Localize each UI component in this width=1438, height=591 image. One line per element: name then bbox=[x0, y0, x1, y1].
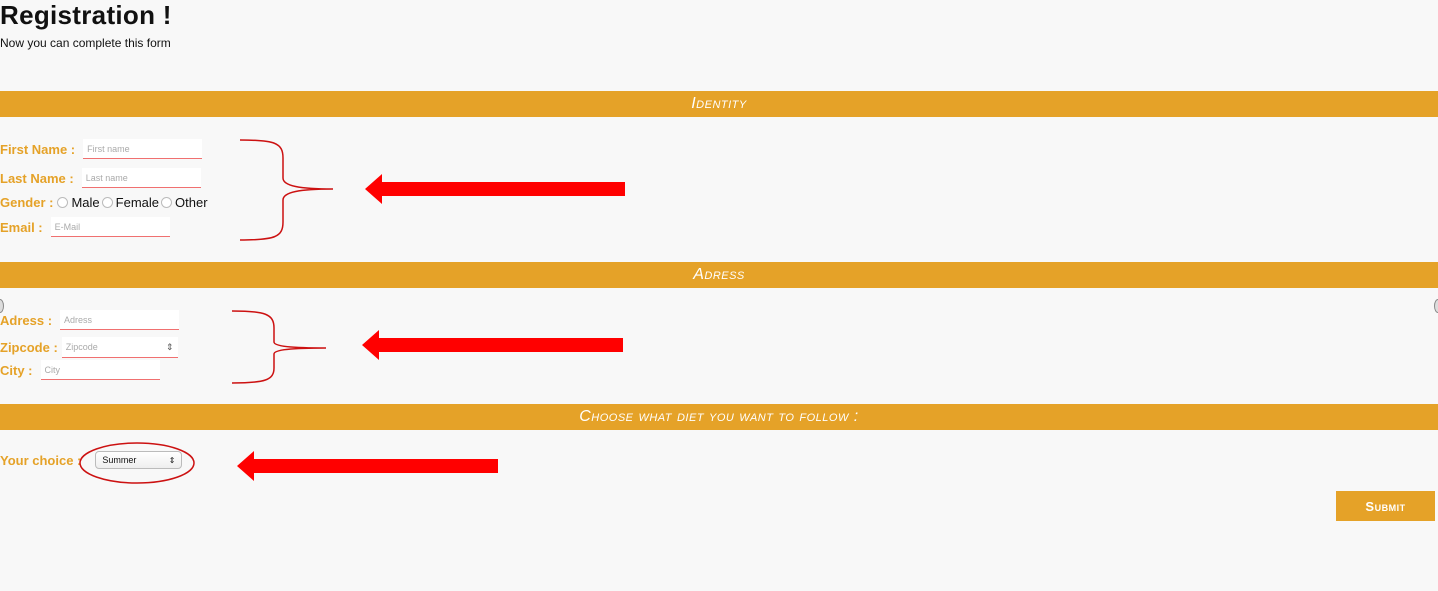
select-highlight-ellipse-icon bbox=[79, 442, 195, 484]
arrow-diet-icon bbox=[237, 451, 498, 481]
brace-identity-icon bbox=[239, 139, 334, 241]
arrow-adress-icon bbox=[362, 330, 623, 360]
arrow-identity-icon bbox=[365, 174, 625, 204]
brace-adress-icon bbox=[231, 310, 327, 384]
annotation-layer bbox=[79, 139, 625, 484]
